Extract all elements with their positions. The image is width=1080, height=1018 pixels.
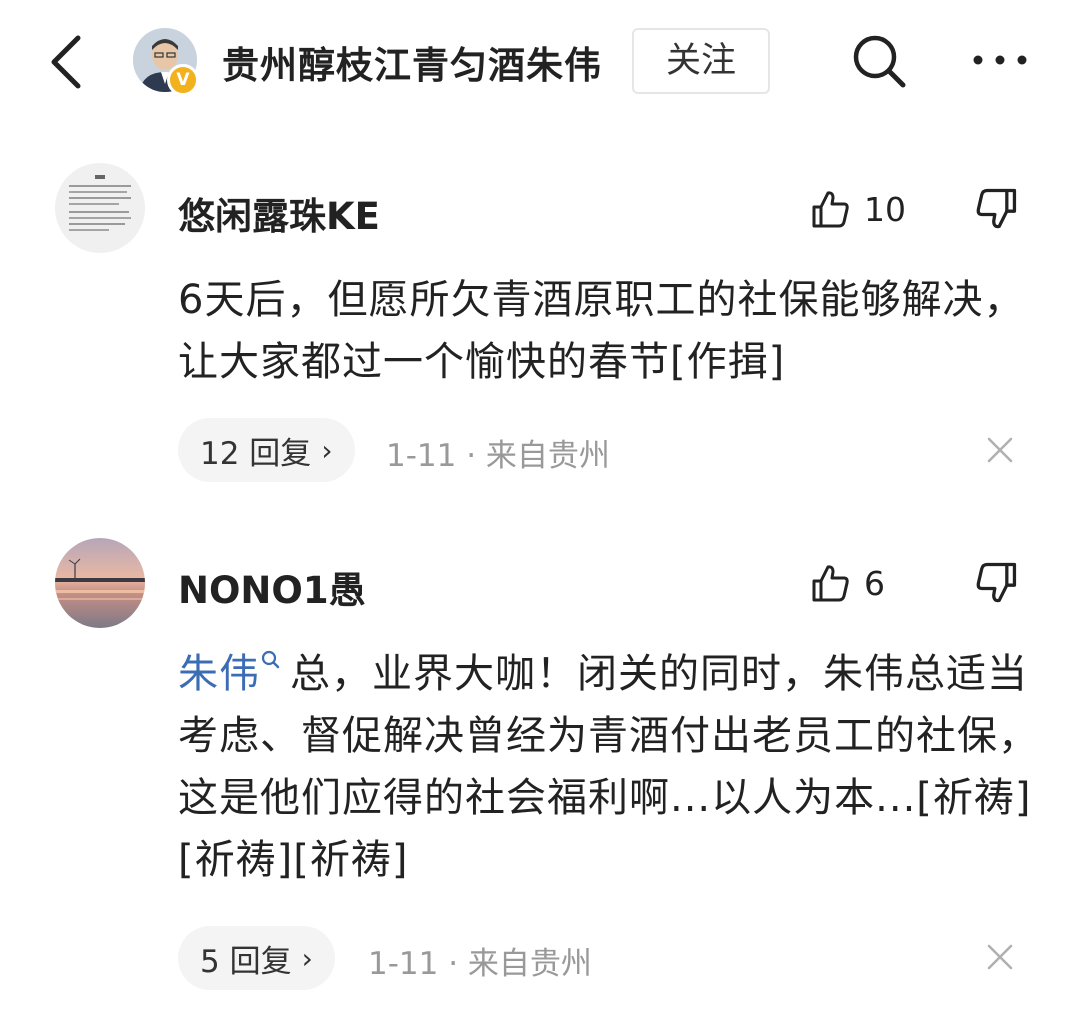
- chevron-left-icon: [51, 35, 81, 89]
- mention-text: 朱伟: [178, 651, 260, 697]
- commenter-name[interactable]: NONO1愚: [178, 560, 366, 614]
- search-icon: [261, 650, 280, 669]
- thumbs-down-icon: [976, 562, 1017, 603]
- view-replies-button[interactable]: 5 回复 ›: [178, 926, 335, 990]
- comment-text: 朱伟 总，业界大咖！闭关的同时，朱伟总适当考虑、督促解决曾经为青酒付出老员工的社保…: [178, 643, 1048, 891]
- like-count: 10: [864, 189, 906, 229]
- dislike-button[interactable]: [973, 185, 1021, 233]
- search-button[interactable]: [848, 30, 910, 92]
- thumbs-down-icon: [976, 188, 1017, 229]
- like-count: 6: [864, 563, 885, 603]
- verified-badge: V: [167, 64, 199, 96]
- chevron-right-icon: ›: [301, 941, 313, 975]
- reply-count-label: 5 回复: [200, 943, 292, 980]
- commenter-avatar[interactable]: [55, 163, 145, 253]
- like-button[interactable]: 10: [808, 184, 906, 234]
- more-horizontal-icon: [973, 55, 1027, 65]
- close-icon: [987, 437, 1013, 463]
- search-icon: [853, 35, 906, 88]
- thumbs-up-icon: [812, 191, 849, 228]
- comment-text: 6天后，但愿所欠青酒原职工的社保能够解决，让大家都过一个愉快的春节[作揖]: [178, 277, 1025, 385]
- thumbs-up-icon: [812, 565, 849, 602]
- commenter-avatar[interactable]: [55, 538, 145, 628]
- follow-button[interactable]: 关注: [632, 28, 770, 94]
- mention-link[interactable]: 朱伟: [178, 650, 290, 697]
- chevron-right-icon: ›: [321, 433, 333, 467]
- back-button[interactable]: [40, 30, 96, 94]
- comment-meta: 1-11 · 来自贵州: [386, 438, 610, 474]
- comment-meta: 1-11 · 来自贵州: [368, 946, 592, 982]
- dislike-button[interactable]: [973, 559, 1021, 607]
- more-button[interactable]: [968, 40, 1032, 80]
- close-button[interactable]: [983, 940, 1017, 974]
- commenter-name[interactable]: 悠闲露珠KE: [178, 186, 380, 240]
- author-name[interactable]: 贵州醇枝江青匀酒朱伟: [222, 35, 602, 89]
- close-button[interactable]: [983, 433, 1017, 467]
- view-replies-button[interactable]: 12 回复 ›: [178, 418, 355, 482]
- comment-text-content: 总，业界大咖！闭关的同时，朱伟总适当考虑、督促解决曾经为青酒付出老员工的社保，这…: [178, 651, 1039, 883]
- reply-count-label: 12 回复: [200, 435, 312, 472]
- close-icon: [987, 944, 1013, 970]
- top-bar: V 贵州醇枝江青匀酒朱伟 关注: [0, 0, 1080, 122]
- author-avatar[interactable]: V: [133, 28, 199, 96]
- like-button[interactable]: 6: [808, 558, 885, 608]
